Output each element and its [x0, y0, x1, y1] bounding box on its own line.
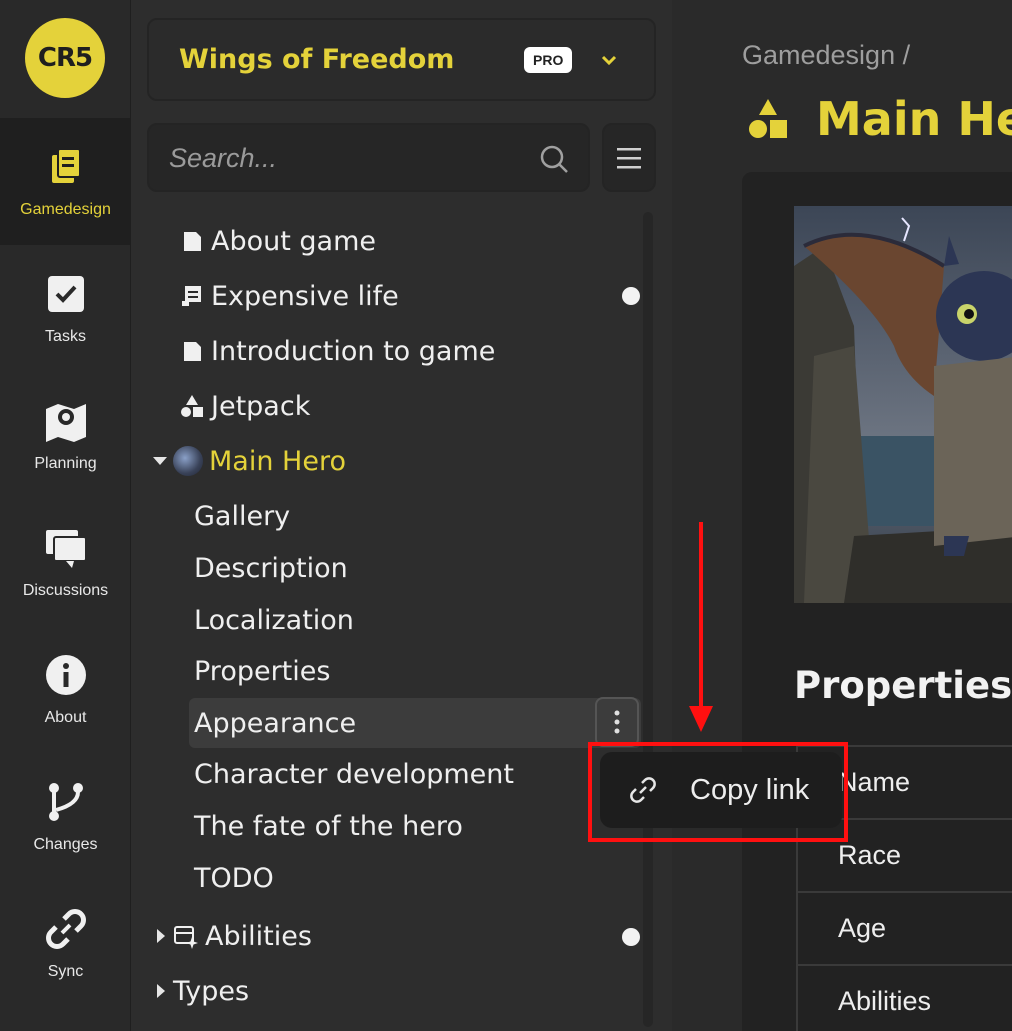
document-icon — [184, 342, 201, 361]
unread-dot — [622, 287, 640, 305]
checkbox-icon — [47, 275, 84, 312]
tree-child-todo[interactable]: TODO — [194, 854, 274, 902]
info-icon — [45, 654, 86, 695]
breadcrumb[interactable]: Gamedesign / — [742, 40, 910, 71]
tree-item-types[interactable]: Types — [157, 967, 249, 1015]
app-logo[interactable]: CR5 — [25, 18, 105, 98]
tree-child-description[interactable]: Description — [194, 544, 348, 592]
rail-item-gamedesign[interactable]: Gamedesign — [0, 118, 131, 245]
rail-label: About — [44, 708, 87, 726]
context-menu: Copy link — [600, 752, 842, 828]
properties-heading: Properties — [794, 664, 1012, 707]
tree-child-appearance[interactable]: Appearance — [194, 699, 356, 747]
scroll-icon — [182, 286, 201, 306]
search-icon — [540, 145, 568, 173]
left-rail: CR5 Gamedesign Tasks Planning Discussion… — [0, 0, 131, 1031]
tree-item-expensive-life[interactable]: Expensive life — [179, 272, 399, 320]
rail-label: Gamedesign — [20, 200, 111, 218]
table-row: Abilities — [798, 964, 1012, 1031]
rail-item-about[interactable]: About — [0, 626, 131, 753]
link-icon — [45, 908, 86, 949]
page-title-text: Main Her — [816, 92, 1012, 146]
table-row: Race — [798, 818, 1012, 891]
item-options-button[interactable] — [595, 697, 639, 747]
map-icon — [45, 403, 86, 442]
documents-icon — [51, 147, 81, 183]
hero-avatar — [173, 446, 203, 476]
document-icon — [184, 232, 201, 251]
expand-arrow-icon[interactable] — [157, 929, 165, 943]
copy-link-menu-item[interactable]: Copy link — [690, 774, 809, 807]
search-input[interactable]: Search... — [147, 123, 590, 192]
tree-scrollbar[interactable] — [643, 212, 653, 1027]
chevron-down-icon — [601, 55, 617, 66]
tree-menu-button[interactable] — [602, 123, 656, 192]
annotation-arrow-line — [699, 522, 703, 714]
link-icon — [630, 777, 656, 803]
sparkle-grid-icon — [174, 926, 198, 949]
rail-label: Tasks — [45, 327, 86, 345]
tree-item-abilities[interactable]: Abilities — [157, 912, 312, 960]
shapes-icon — [749, 99, 787, 138]
rail-label: Planning — [34, 454, 97, 472]
page-title: Main Her — [748, 92, 1012, 146]
expand-arrow-icon[interactable] — [157, 984, 165, 998]
kebab-menu-icon — [614, 710, 620, 734]
tree-child-character-development[interactable]: Character development — [194, 750, 514, 798]
rail-label: Discussions — [22, 581, 109, 599]
rail-label: Changes — [33, 835, 98, 853]
search-placeholder: Search... — [169, 143, 278, 173]
tree-child-gallery[interactable]: Gallery — [194, 492, 290, 540]
tree-child-fate-of-hero[interactable]: The fate of the hero — [194, 802, 463, 850]
rail-item-changes[interactable]: Changes — [0, 753, 131, 880]
table-row: Age — [798, 891, 1012, 964]
expand-arrow-icon[interactable] — [153, 457, 167, 465]
rail-label: Sync — [47, 962, 84, 980]
rail-item-tasks[interactable]: Tasks — [0, 245, 131, 372]
rail-item-discussions[interactable]: Discussions — [0, 499, 131, 626]
rail-item-planning[interactable]: Planning — [0, 372, 131, 499]
tree-item-introduction[interactable]: Introduction to game — [179, 327, 495, 375]
hamburger-icon — [617, 147, 641, 168]
chat-icon — [45, 529, 87, 568]
hero-image[interactable] — [794, 206, 1012, 603]
project-name: Wings of Freedom — [179, 44, 455, 75]
tree-child-localization[interactable]: Localization — [194, 596, 354, 644]
shapes-icon — [181, 395, 203, 417]
tree-item-about-game[interactable]: About game — [179, 217, 376, 265]
tree-item-jetpack[interactable]: Jetpack — [179, 382, 310, 430]
project-selector[interactable]: Wings of Freedom PRO — [147, 18, 656, 101]
navigation-panel: Wings of Freedom PRO Search... About gam… — [131, 0, 672, 1031]
branch-icon — [48, 782, 83, 821]
pro-badge: PRO — [524, 47, 573, 73]
hero-illustration — [794, 206, 1012, 603]
rail-item-sync[interactable]: Sync — [0, 880, 131, 1007]
annotation-arrow-head — [689, 706, 713, 732]
tree-child-properties[interactable]: Properties — [194, 647, 330, 695]
unread-dot — [622, 928, 640, 946]
tree-item-main-hero[interactable]: Main Hero — [153, 437, 346, 485]
